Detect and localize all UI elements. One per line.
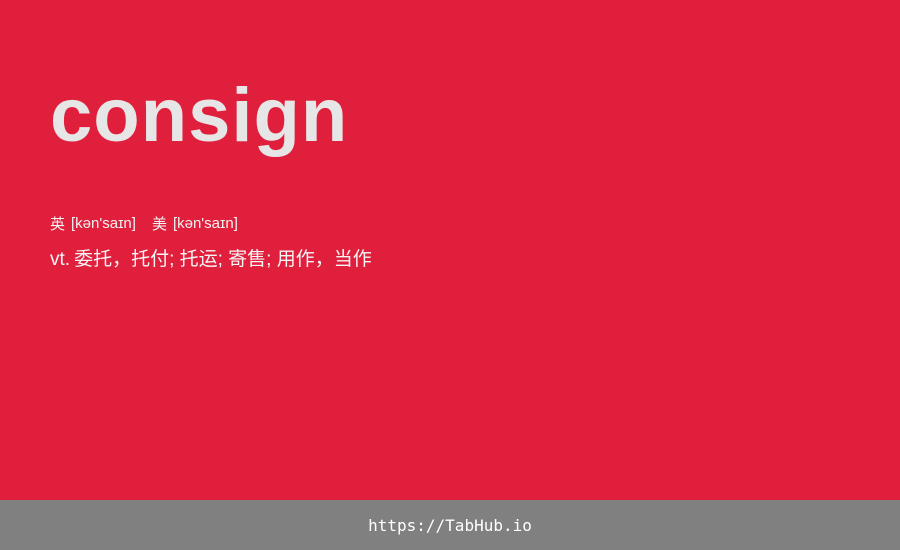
footer-bar: https://TabHub.io (0, 500, 900, 550)
part-of-speech: vt. (50, 249, 71, 270)
headword: consign (50, 73, 349, 158)
footer-link[interactable]: https://TabHub.io (368, 516, 532, 535)
phonetic-uk-region: 英 (50, 215, 66, 233)
word-card: consign 英 [kən'saɪn] 美 [kən'saɪn] vt. 委托，… (0, 0, 900, 500)
definition-meaning: 委托，托付; 托运; 寄售; 用作，当作 (74, 249, 372, 270)
phonetic-us-region: 美 (151, 215, 167, 233)
phonetic-us: 美 [kən'saɪn] (152, 213, 238, 234)
phonetics: 英 [kən'saɪn] 美 [kən'saɪn] (50, 212, 238, 234)
definition: vt. 委托，托付; 托运; 寄售; 用作，当作 (50, 246, 372, 274)
phonetic-us-ipa: [kən'saɪn] (172, 214, 238, 232)
phonetic-uk: 英 [kən'saɪn] (50, 213, 136, 234)
phonetic-uk-ipa: [kən'saɪn] (71, 214, 136, 232)
